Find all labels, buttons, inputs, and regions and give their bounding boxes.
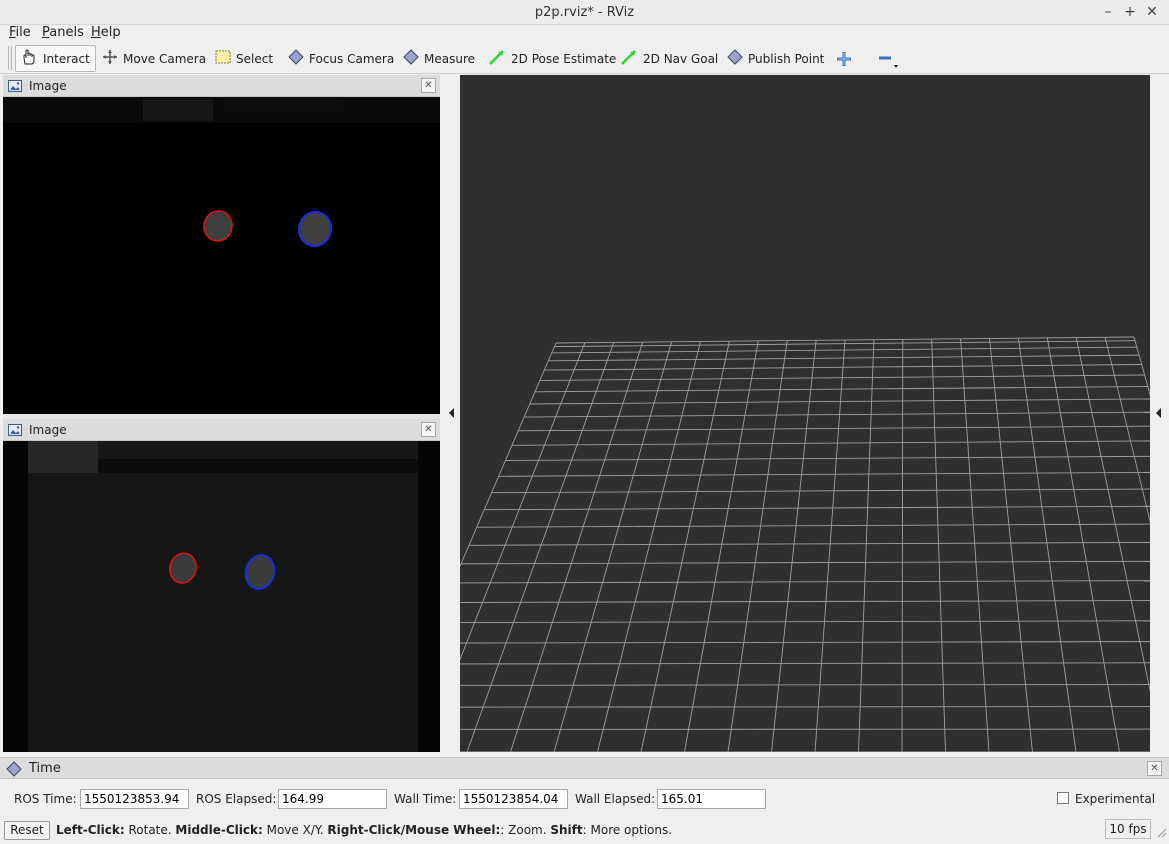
tool-2d-nav-goal[interactable]: 2D Nav Goal [616,45,722,72]
grid-line [529,398,1150,405]
ros-elapsed-field[interactable] [278,789,387,809]
tool-focus-camera[interactable]: Focus Camera [284,45,398,72]
tool-label: Interact [43,51,90,66]
grid-line [491,488,1150,494]
tool-publish-point[interactable]: Publish Point [723,45,828,72]
grid-line [460,684,1150,686]
select-icon [215,50,231,67]
grid-line [460,600,1150,603]
wall-time-label: Wall Time: [394,792,457,806]
measure-icon [403,49,419,68]
menu-panels-rest: anels [49,25,84,40]
close-panel-icon[interactable]: ✕ [421,422,436,437]
fps-indicator: 10 fps [1105,819,1151,839]
grid-line [511,440,1150,446]
image-icon [8,424,22,436]
menu-help-rest: elp [100,25,121,40]
move-camera-icon [102,49,118,68]
tool-label: Publish Point [748,51,825,66]
hint-more: : More options. [582,823,673,837]
collapse-right-icon[interactable] [1155,407,1163,419]
tool-interact[interactable]: Interact [15,45,96,72]
grid-line [505,455,1150,461]
hint-right-click: Right-Click/Mouse Wheel: [327,823,501,837]
grid-line [468,541,1150,546]
tool-2d-pose-estimate[interactable]: 2D Pose Estimate [484,45,620,72]
ros-elapsed-label: ROS Elapsed: [196,792,277,806]
image-panel-header-top [3,75,440,97]
grid-line [460,641,1150,644]
menu-file[interactable]: File [9,25,31,41]
image-icon [8,80,22,92]
grid-line [484,505,1150,511]
image-view-bottom [3,441,440,752]
status-hint: Left-Click: Rotate. Middle-Click: Move X… [56,823,672,837]
tool-label: 2D Nav Goal [643,51,719,66]
image-panel-header-bottom [3,419,440,441]
wall-time-field[interactable] [459,789,568,809]
grid-line [460,580,1150,584]
nav-goal-icon [620,49,638,68]
grid-line [460,706,1150,708]
grid-line [460,620,1150,623]
wall-elapsed-field[interactable] [657,789,766,809]
pose-estimate-icon [488,49,506,68]
tool-measure[interactable]: Measure [399,45,479,72]
menu-panels[interactable]: Panels [42,25,84,41]
minus-icon[interactable] [876,50,900,70]
hint-left-click: Left-Click: [56,823,125,837]
close-window-icon[interactable]: ✕ [1143,4,1161,20]
hint-middle-click: Middle-Click: [175,823,263,837]
grid-line [460,662,1150,665]
time-icon [6,761,22,777]
minimize-icon[interactable]: – [1099,4,1117,20]
window-title: p2p.rviz* - RViz [534,5,635,20]
wall-elapsed-label: Wall Elapsed: [575,792,656,806]
hint-shift: Shift [550,823,583,837]
toolbar-grip[interactable] [8,46,12,70]
tool-move-camera[interactable]: Move Camera [98,45,210,72]
hint-rotate: Rotate. [124,823,176,837]
tool-label: Focus Camera [309,51,395,66]
tool-label: 2D Pose Estimate [511,51,617,66]
resize-grip-icon[interactable] [1155,826,1167,838]
menu-bar [0,25,1169,43]
tool-label: Move Camera [123,51,207,66]
grid-display [460,336,1150,752]
experimental-label: Experimental [1075,792,1156,806]
tool-select[interactable]: Select [211,45,277,72]
3d-viewport[interactable] [460,75,1150,752]
hint-zoom: : Zoom. [500,823,551,837]
experimental-checkbox[interactable] [1057,792,1069,804]
tool-label: Select [236,51,274,66]
menu-help[interactable]: Help [91,25,121,41]
focus-camera-icon [288,49,304,68]
grid-line [518,425,1150,432]
time-panel-title: Time [29,761,61,776]
menu-file-rest: ile [15,25,31,40]
ros-time-label: ROS Time: [14,792,77,806]
grid-line [460,560,1150,565]
close-panel-icon[interactable]: ✕ [421,78,436,93]
close-panel-icon[interactable]: ✕ [1147,761,1162,776]
grid-line [498,471,1150,477]
hand-icon [20,48,38,69]
image-view-top [3,97,440,414]
hint-move: Move X/Y. [262,823,328,837]
publish-point-icon [727,49,743,68]
time-panel-header [0,757,1169,779]
tool-label: Measure [424,51,475,66]
ros-time-field[interactable] [80,789,189,809]
image-panel-title-top: Image [29,79,67,93]
maximize-icon[interactable]: + [1121,4,1139,20]
collapse-left-icon[interactable] [448,407,456,419]
grid-line [524,411,1150,418]
image-panel-title-bottom: Image [29,423,67,437]
grid-line [476,523,1150,528]
plus-icon[interactable] [835,50,853,68]
reset-button[interactable]: Reset [4,821,50,840]
reset-button-label: Reset [10,823,44,837]
